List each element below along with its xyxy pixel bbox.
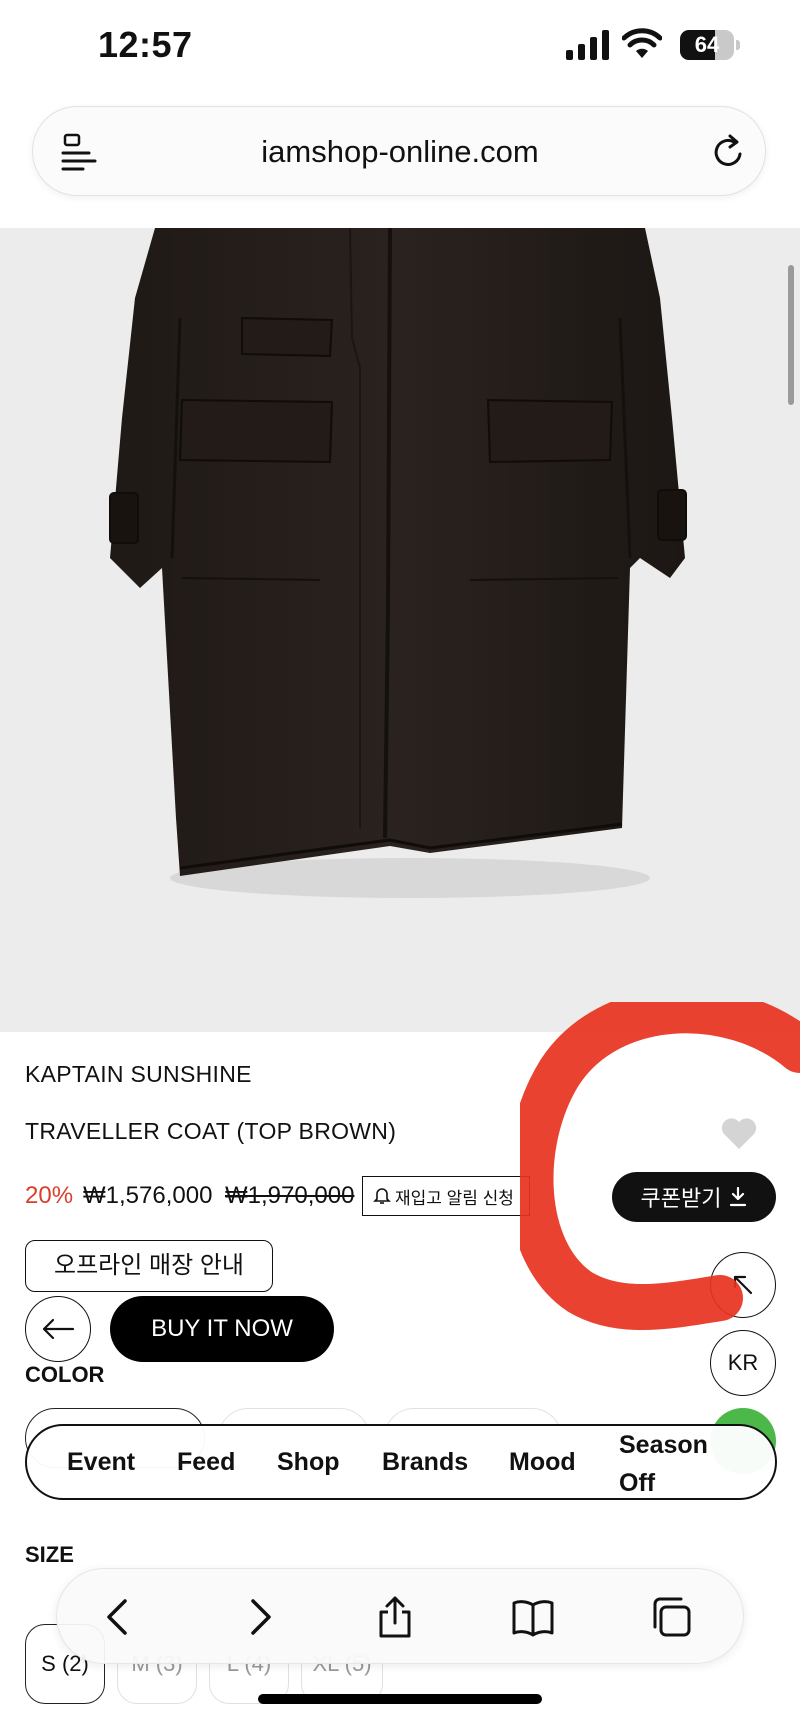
status-bar: 12:57 64 bbox=[0, 0, 800, 92]
restock-label: 재입고 알림 신청 bbox=[395, 1188, 514, 1208]
address-bar[interactable]: iamshop-online.com bbox=[32, 106, 766, 196]
tabs-icon[interactable] bbox=[649, 1595, 693, 1639]
offline-store-button[interactable]: 오프라인 매장 안내 bbox=[25, 1240, 273, 1292]
restock-alert-button[interactable]: 재입고 알림 신청 bbox=[362, 1176, 530, 1216]
nav-item-mood[interactable]: Mood bbox=[509, 1426, 576, 1498]
forward-arrow-icon[interactable] bbox=[237, 1595, 281, 1639]
coat-photo bbox=[109, 228, 687, 898]
season-line2: Off bbox=[619, 1469, 656, 1497]
sale-price: ₩1,576,000 bbox=[83, 1182, 213, 1209]
bell-icon bbox=[373, 1188, 391, 1204]
category-nav: Event Feed Shop Brands Mood Season Off bbox=[25, 1424, 777, 1500]
status-time: 12:57 bbox=[98, 24, 193, 65]
share-icon[interactable] bbox=[373, 1595, 417, 1639]
url-text[interactable]: iamshop-online.com bbox=[33, 107, 767, 197]
discount-rate: 20% bbox=[25, 1182, 74, 1209]
buy-it-now-button[interactable]: BUY IT NOW bbox=[110, 1296, 334, 1362]
product-title: TRAVELLER COAT (TOP BROWN) bbox=[25, 1118, 397, 1144]
nav-item-brands[interactable]: Brands bbox=[382, 1426, 468, 1498]
nav-item-event[interactable]: Event bbox=[67, 1426, 135, 1498]
original-price: ₩1,970,000 bbox=[225, 1182, 355, 1209]
back-button[interactable] bbox=[25, 1296, 91, 1362]
season-line1: Season bbox=[619, 1431, 708, 1459]
nav-item-season-off[interactable]: Season Off bbox=[619, 1426, 719, 1498]
home-indicator[interactable] bbox=[258, 1694, 542, 1704]
battery-percent: 64 bbox=[694, 32, 720, 57]
wifi-icon bbox=[622, 28, 662, 58]
product-image[interactable] bbox=[0, 228, 800, 1032]
back-arrow-icon[interactable] bbox=[97, 1595, 141, 1639]
bookmarks-icon[interactable] bbox=[511, 1595, 555, 1639]
language-button[interactable]: KR bbox=[710, 1330, 776, 1396]
nav-item-shop[interactable]: Shop bbox=[277, 1426, 340, 1498]
scrollbar[interactable] bbox=[788, 265, 794, 405]
brand-name[interactable]: KAPTAIN SUNSHINE bbox=[25, 1061, 252, 1088]
reload-icon[interactable] bbox=[709, 133, 747, 171]
color-label: COLOR bbox=[25, 1362, 105, 1387]
browser-toolbar bbox=[56, 1568, 744, 1664]
red-circle-annotation bbox=[520, 1002, 800, 1331]
nav-item-feed[interactable]: Feed bbox=[177, 1426, 235, 1498]
cellular-signal-icon bbox=[566, 30, 609, 60]
arrow-left-icon bbox=[42, 1318, 75, 1340]
size-label: SIZE bbox=[25, 1542, 74, 1567]
battery-icon: 64 bbox=[680, 30, 740, 60]
